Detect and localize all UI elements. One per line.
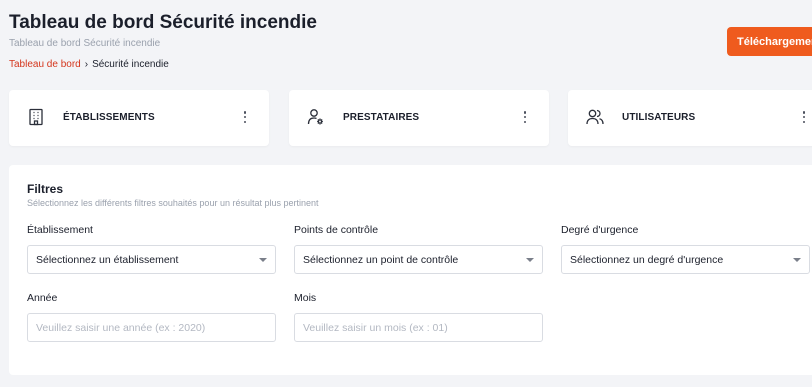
card-label-utilisateurs: UTILISATEURS bbox=[622, 112, 696, 123]
etablissement-select[interactable]: Sélectionnez un établissement bbox=[27, 245, 276, 274]
users-icon bbox=[586, 109, 604, 125]
points-controle-select[interactable]: Sélectionnez un point de contrôle bbox=[294, 245, 543, 274]
breadcrumb-current: Sécurité incendie bbox=[92, 59, 169, 70]
download-button[interactable]: Téléchargement bbox=[727, 27, 812, 56]
filters-title: Filtres bbox=[27, 182, 64, 196]
annee-label: Année bbox=[27, 292, 58, 304]
annee-input[interactable] bbox=[27, 313, 276, 342]
page-title: Tableau de bord Sécurité incendie bbox=[9, 12, 317, 33]
chevron-down-icon bbox=[259, 258, 267, 262]
breadcrumb-separator: › bbox=[84, 59, 89, 70]
card-menu-icon[interactable] bbox=[241, 110, 249, 124]
card-label-etablissements: ÉTABLISSEMENTS bbox=[63, 112, 155, 123]
chevron-down-icon bbox=[793, 258, 801, 262]
breadcrumb: Tableau de bord › Sécurité incendie bbox=[9, 59, 169, 70]
card-menu-icon[interactable] bbox=[800, 110, 808, 124]
points-controle-label: Points de contrôle bbox=[294, 224, 379, 236]
mois-label: Mois bbox=[294, 292, 317, 304]
page-subtitle: Tableau de bord Sécurité incendie bbox=[9, 38, 161, 49]
points-controle-select-value: Sélectionnez un point de contrôle bbox=[303, 253, 459, 266]
user-gear-icon bbox=[307, 109, 323, 125]
card-label-prestataires: PRESTATAIRES bbox=[343, 112, 420, 123]
mois-input[interactable] bbox=[294, 313, 543, 342]
card-utilisateurs[interactable]: UTILISATEURS bbox=[568, 90, 812, 146]
etablissement-select-value: Sélectionnez un établissement bbox=[36, 253, 179, 266]
building-icon bbox=[29, 108, 43, 126]
degre-urgence-select[interactable]: Sélectionnez un degré d'urgence bbox=[561, 245, 810, 274]
breadcrumb-link-dashboard[interactable]: Tableau de bord bbox=[9, 59, 81, 70]
card-menu-icon[interactable] bbox=[521, 110, 529, 124]
card-etablissements[interactable]: ÉTABLISSEMENTS bbox=[9, 90, 269, 146]
degre-urgence-select-value: Sélectionnez un degré d'urgence bbox=[570, 253, 724, 266]
degre-urgence-label: Degré d'urgence bbox=[561, 224, 639, 236]
filters-description: Sélectionnez les différents filtres souh… bbox=[27, 198, 319, 208]
filters-panel: Filtres Sélectionnez les différents filt… bbox=[9, 165, 812, 375]
etablissement-label: Établissement bbox=[27, 224, 93, 236]
card-prestataires[interactable]: PRESTATAIRES bbox=[289, 90, 549, 146]
chevron-down-icon bbox=[526, 258, 534, 262]
